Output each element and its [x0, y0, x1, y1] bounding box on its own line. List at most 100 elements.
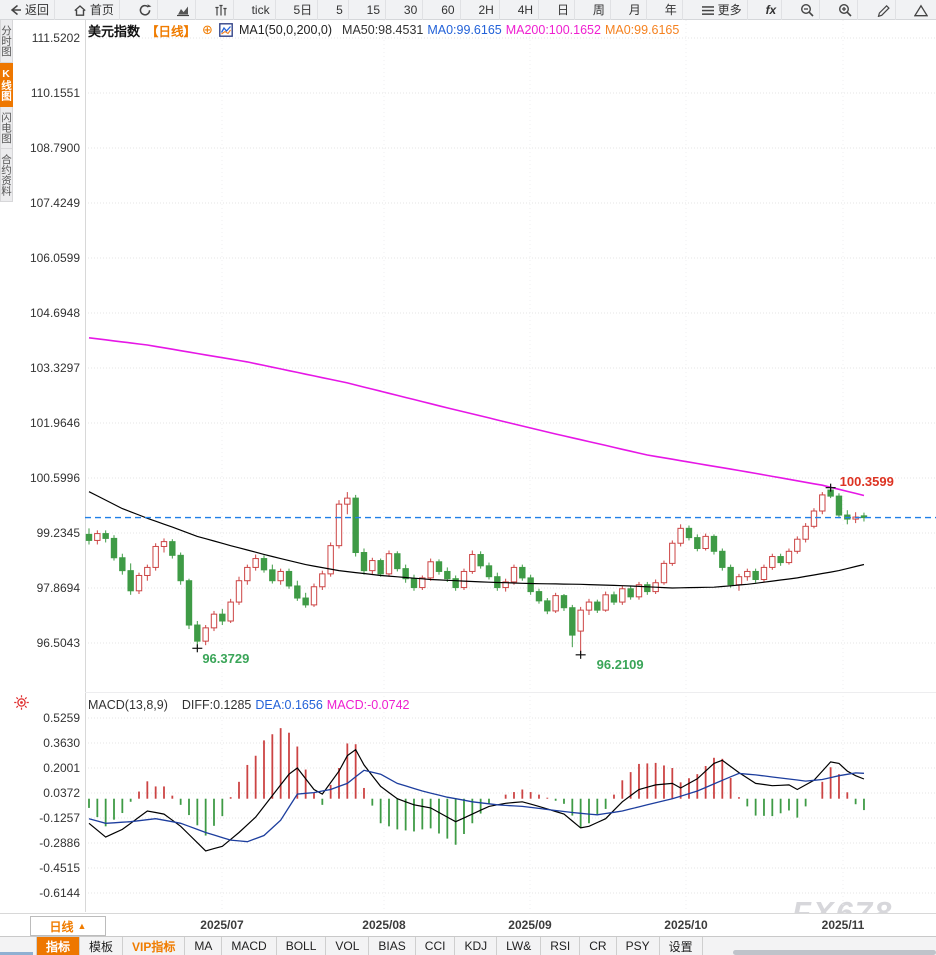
toolbar-button-label: tick	[252, 3, 270, 17]
price-axis-label: 104.6948	[0, 306, 80, 320]
toolbar-button-h2[interactable]: 2H	[473, 0, 499, 20]
macd-axis-label: 0.2001	[0, 761, 80, 775]
toolbar-button-zoom-out[interactable]	[795, 0, 820, 20]
bottom-tab-rsi[interactable]: RSI	[541, 937, 580, 955]
toolbar-button-fx[interactable]: fx	[761, 0, 783, 20]
toolbar-button-label: 5日	[293, 1, 312, 18]
toolbar-button-m30[interactable]: 30	[399, 0, 423, 20]
toolbar-button-zoom-in[interactable]	[833, 0, 858, 20]
bottom-tab-template[interactable]: 模板	[80, 937, 123, 955]
bottom-tab-macd[interactable]: MACD	[222, 937, 276, 955]
toolbar-button-day[interactable]: 日	[552, 0, 575, 20]
low-price-annotation-2: 96.2109	[597, 657, 644, 672]
add-indicator-icon[interactable]: ⊕	[202, 24, 213, 36]
bottom-tab-settings[interactable]: 设置	[660, 937, 703, 955]
toolbar-button-m5[interactable]: 5	[331, 0, 349, 20]
bottom-tab-cr[interactable]: CR	[580, 937, 616, 955]
ma-settings-text: MA1(50,0,200,0)	[239, 23, 332, 37]
interval-selector-button[interactable]: 日线 ▲	[30, 916, 106, 936]
bottom-tab-ma[interactable]: MA	[185, 937, 222, 955]
time-axis-label: 2025/08	[362, 918, 405, 932]
line-chart-icon[interactable]	[219, 23, 233, 37]
ma-value: MA0:99.6165	[605, 23, 679, 37]
bottom-tab-vol[interactable]: VOL	[326, 937, 369, 955]
macd-axis-label: -0.6144	[0, 886, 80, 900]
sidebar-tab-kline-chart[interactable]: K线图	[0, 63, 13, 107]
toolbar-button-shape[interactable]	[909, 0, 933, 20]
toolbar-button-draw[interactable]	[871, 0, 896, 20]
toolbar-button-more[interactable]: 更多	[696, 0, 748, 20]
sidebar-tab-contract-info[interactable]: 合约资料	[0, 149, 13, 202]
toolbar-button-chart-area[interactable]	[171, 0, 196, 20]
chart-area-icon	[176, 3, 190, 17]
low-price-annotation-1: 96.3729	[202, 651, 249, 666]
chart-volume-icon	[214, 3, 228, 17]
price-axis-label: 103.3297	[0, 361, 80, 375]
symbol-name: 美元指数	[88, 21, 140, 40]
toolbar-button-label: 返回	[25, 1, 49, 18]
toolbar-button-m60[interactable]: 60	[436, 0, 460, 20]
toolbar-button-5d[interactable]: 5日	[288, 0, 318, 20]
macd-axis-label: -0.4515	[0, 861, 80, 875]
macd-value: DEA:0.1656	[255, 698, 322, 712]
time-axis-label: 2025/10	[664, 918, 707, 932]
sidebar-tab-time-chart[interactable]: 分时图	[0, 20, 13, 63]
zoom-in-icon	[838, 3, 852, 17]
toolbar-button-tick[interactable]: tick	[247, 0, 276, 20]
toolbar-button-year[interactable]: 年	[660, 0, 683, 20]
price-axis-label: 101.9646	[0, 416, 80, 430]
toolbar-button-label: 2H	[478, 3, 493, 17]
ma-value: MA50:98.4531	[342, 23, 423, 37]
macd-values: DIFF:0.1285DEA:0.1656MACD:-0.0742	[178, 698, 410, 712]
bottom-tab-kdj[interactable]: KDJ	[455, 937, 497, 955]
time-axis-label: 2025/09	[508, 918, 551, 932]
toolbar-button-label: 4H	[518, 3, 533, 17]
macd-value: MACD:-0.0742	[327, 698, 410, 712]
price-axis-label: 106.0599	[0, 251, 80, 265]
chart-app: 返回 首页 tick 5日 5 15 30 60 2H 4H 日 周 月年更多 fx 分时图K线图闪电图合…	[0, 0, 936, 955]
macd-header: MACD(13,8,9) DIFF:0.1285DEA:0.1656MACD:-…	[88, 697, 409, 712]
toolbar-button-month[interactable]: 月	[624, 0, 647, 20]
chart-type-sidebar: 分时图K线图闪电图合约资料	[0, 20, 14, 202]
toolbar-button-m15[interactable]: 15	[362, 0, 386, 20]
candlestick-chart[interactable]	[0, 0, 936, 955]
shape-icon	[914, 3, 928, 17]
toolbar-button-chart-volume[interactable]	[209, 0, 234, 20]
bottom-tab-bias[interactable]: BIAS	[369, 937, 415, 955]
time-axis-label: 2025/07	[200, 918, 243, 932]
top-toolbar: 返回 首页 tick 5日 5 15 30 60 2H 4H 日 周 月年更多 fx	[0, 0, 936, 20]
price-axis-label: 100.5996	[0, 471, 80, 485]
bottom-tab-vip-indicator[interactable]: VIP指标	[123, 937, 185, 955]
time-axis	[0, 913, 936, 937]
toolbar-button-label: fx	[766, 3, 777, 17]
more-icon	[701, 3, 715, 17]
bottom-tab-lw[interactable]: LW&	[497, 937, 541, 955]
zoom-out-icon	[800, 3, 814, 17]
macd-axis-label: 0.5259	[0, 711, 80, 725]
time-axis-label: 2025/11	[822, 918, 865, 932]
horizontal-scrollbar[interactable]	[733, 950, 936, 955]
toolbar-button-label: 周	[593, 1, 605, 18]
toolbar-button-home[interactable]: 首页	[68, 0, 120, 20]
home-icon	[73, 3, 87, 17]
toolbar-button-back[interactable]: 返回	[3, 0, 55, 20]
macd-axis-label: -0.2886	[0, 836, 80, 850]
bottom-tab-cci[interactable]: CCI	[416, 937, 456, 955]
bottom-tab-boll[interactable]: BOLL	[277, 937, 327, 955]
indicator-settings-icon[interactable]	[13, 694, 30, 716]
macd-axis-label: 0.0372	[0, 786, 80, 800]
toolbar-button-label: 5	[336, 3, 343, 17]
toolbar-button-week[interactable]: 周	[588, 0, 611, 20]
ma-values: MA50:98.4531MA0:99.6165MA200:100.1652MA0…	[338, 23, 679, 37]
high-price-annotation: 100.3599	[840, 474, 894, 489]
toolbar-button-refresh[interactable]	[133, 0, 158, 20]
draw-icon	[876, 3, 890, 17]
bottom-tab-indicator[interactable]: 指标	[36, 937, 80, 955]
interval-tag: 【日线】	[146, 21, 196, 40]
macd-axis-label: -0.1257	[0, 811, 80, 825]
interval-selector-label: 日线	[50, 918, 74, 935]
bottom-tab-psy[interactable]: PSY	[617, 937, 660, 955]
sidebar-tab-lightning-chart[interactable]: 闪电图	[0, 107, 13, 150]
toolbar-button-h4[interactable]: 4H	[513, 0, 539, 20]
caret-up-icon: ▲	[78, 921, 87, 931]
